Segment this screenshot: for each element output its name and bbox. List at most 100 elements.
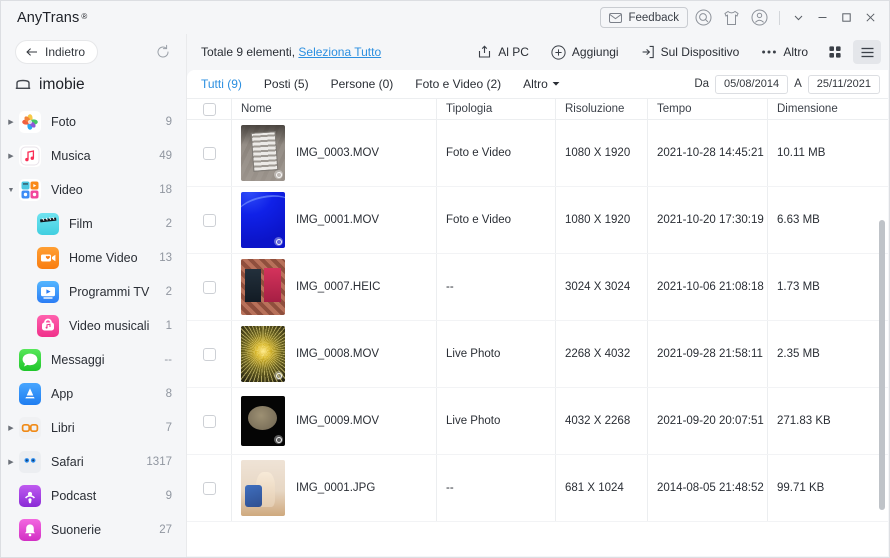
device-name: imobie	[39, 76, 85, 93]
sidebar-item-home-video[interactable]: Home Video 13	[1, 241, 186, 275]
home-video-icon	[37, 247, 59, 269]
sidebar-item-label: Film	[69, 217, 93, 231]
expand-arrow-icon[interactable]: ▶	[3, 425, 19, 432]
feedback-button[interactable]: Feedback	[600, 7, 688, 28]
add-button[interactable]: Aggiungi	[542, 40, 628, 64]
shirt-icon[interactable]	[718, 6, 744, 30]
sidebar-item-programmi-tv[interactable]: Programmi TV 2	[1, 275, 186, 309]
table-row[interactable]: IMG_0008.MOV Live Photo 2268 X 4032 2021…	[187, 321, 888, 388]
sidebar-item-count: 2	[165, 286, 172, 298]
filter-tab-persone[interactable]: Persone (0)	[331, 77, 394, 91]
row-checkbox-cell[interactable]	[187, 120, 231, 186]
live-photo-badge-icon	[274, 435, 283, 444]
app-logo: AnyTrans ®	[17, 10, 87, 26]
table-row[interactable]: IMG_0003.MOV Foto e Video 1080 X 1920 20…	[187, 120, 888, 187]
minimize-icon[interactable]	[811, 6, 833, 30]
row-checkbox[interactable]	[202, 481, 216, 495]
on-device-button[interactable]: Sul Dispositivo	[632, 40, 749, 64]
file-type: --	[436, 455, 555, 521]
column-header-tempo[interactable]: Tempo	[647, 99, 767, 119]
row-checkbox[interactable]	[202, 280, 216, 294]
date-to-input[interactable]: 25/11/2021	[807, 74, 880, 94]
sidebar-item-musica[interactable]: ▶ Musica 49	[1, 139, 186, 173]
vertical-scrollbar[interactable]	[879, 220, 885, 553]
expand-arrow-icon[interactable]: ▶	[3, 119, 19, 126]
filter-bar: Tutti (9) Posti (5) Persone (0) Foto e V…	[187, 70, 888, 98]
row-checkbox-cell[interactable]	[187, 321, 231, 387]
sidebar-item-podcast[interactable]: Podcast 9	[1, 479, 186, 513]
file-size: 2.35 MB	[767, 321, 877, 387]
music-icon	[19, 145, 41, 167]
title-bar: AnyTrans ® Feedback	[1, 1, 889, 34]
maximize-icon[interactable]	[835, 6, 857, 30]
select-all-checkbox-cell[interactable]	[187, 99, 231, 119]
sidebar-item-label: Video musicali	[69, 319, 150, 333]
list-view-button[interactable]	[853, 40, 881, 64]
more-button[interactable]: Altro	[752, 40, 817, 64]
sidebar-item-suonerie[interactable]: Suonerie 27	[1, 513, 186, 547]
row-checkbox-cell[interactable]	[187, 388, 231, 454]
refresh-icon[interactable]	[152, 41, 174, 63]
filter-tab-altro[interactable]: Altro	[523, 77, 560, 91]
filter-tab-tutti[interactable]: Tutti (9)	[201, 77, 242, 91]
expand-arrow-icon[interactable]: ▶	[3, 459, 19, 466]
sidebar-item-video[interactable]: ▼ Video 18	[1, 173, 186, 207]
sidebar-item-video-musicali[interactable]: Video musicali 1	[1, 309, 186, 343]
file-name: IMG_0003.MOV	[296, 147, 380, 159]
row-checkbox-cell[interactable]	[187, 455, 231, 521]
account-icon[interactable]	[746, 6, 772, 30]
select-all-checkbox[interactable]	[202, 102, 216, 116]
row-checkbox-cell[interactable]	[187, 187, 231, 253]
row-name-cell: IMG_0001.JPG	[231, 455, 436, 521]
row-checkbox[interactable]	[202, 213, 216, 227]
row-name-cell: IMG_0001.MOV	[231, 187, 436, 253]
sidebar-item-foto[interactable]: ▶ Foto 9	[1, 105, 186, 139]
thumbnail-image	[241, 396, 285, 446]
grid-view-button[interactable]	[821, 40, 849, 64]
search-icon[interactable]	[690, 6, 716, 30]
row-name-cell: IMG_0007.HEIC	[231, 254, 436, 320]
scrollbar-thumb[interactable]	[879, 220, 885, 510]
sidebar-item-libri[interactable]: ▶ Libri 7	[1, 411, 186, 445]
column-header-tipologia[interactable]: Tipologia	[436, 99, 555, 119]
column-header-risoluzione[interactable]: Risoluzione	[555, 99, 647, 119]
to-pc-button[interactable]: Al PC	[468, 40, 538, 64]
column-header-dimensione[interactable]: Dimensione	[767, 99, 877, 119]
sidebar-item-label: Messaggi	[51, 353, 105, 367]
device-row[interactable]: imobie	[1, 70, 186, 104]
plus-circle-icon	[551, 44, 566, 60]
table-row[interactable]: IMG_0009.MOV Live Photo 4032 X 2268 2021…	[187, 388, 888, 455]
sidebar-item-label: Libri	[51, 421, 75, 435]
row-checkbox-cell[interactable]	[187, 254, 231, 320]
column-header-nome[interactable]: Nome	[231, 99, 436, 119]
file-size: 271.83 KB	[767, 388, 877, 454]
back-button[interactable]: Indietro	[15, 40, 99, 64]
sidebar-item-safari[interactable]: ▶ Safari 1317	[1, 445, 186, 479]
tv-show-icon	[37, 281, 59, 303]
sidebar-item-app[interactable]: App 8	[1, 377, 186, 411]
chevron-down-icon[interactable]	[787, 6, 809, 30]
table-row[interactable]: IMG_0001.JPG -- 681 X 1024 2014-08-05 21…	[187, 455, 888, 522]
sidebar-item-film[interactable]: Film 2	[1, 207, 186, 241]
filter-tab-posti[interactable]: Posti (5)	[264, 77, 309, 91]
sidebar-item-messaggi[interactable]: Messaggi --	[1, 343, 186, 377]
expand-arrow-icon[interactable]: ▶	[3, 153, 19, 160]
to-device-icon	[641, 45, 655, 59]
table-row[interactable]: IMG_0007.HEIC -- 3024 X 3024 2021-10-06 …	[187, 254, 888, 321]
total-count-label: Totale 9 elementi,	[201, 45, 296, 59]
sidebar-item-label: Foto	[51, 115, 77, 129]
date-to-label: A	[794, 78, 802, 90]
date-from-input[interactable]: 05/08/2014	[715, 74, 789, 94]
select-all-link[interactable]: Seleziona Tutto	[298, 45, 381, 59]
row-checkbox[interactable]	[202, 347, 216, 361]
file-resolution: 2268 X 4032	[555, 321, 647, 387]
sidebar-item-label: Suonerie	[51, 523, 102, 537]
row-name-cell: IMG_0009.MOV	[231, 388, 436, 454]
row-checkbox[interactable]	[202, 146, 216, 160]
collapse-arrow-icon[interactable]: ▼	[3, 187, 19, 194]
close-icon[interactable]	[859, 6, 881, 30]
file-name: IMG_0001.JPG	[296, 482, 376, 494]
row-checkbox[interactable]	[202, 414, 216, 428]
table-row[interactable]: IMG_0001.MOV Foto e Video 1080 X 1920 20…	[187, 187, 888, 254]
filter-tab-foto-e-video[interactable]: Foto e Video (2)	[415, 77, 501, 91]
